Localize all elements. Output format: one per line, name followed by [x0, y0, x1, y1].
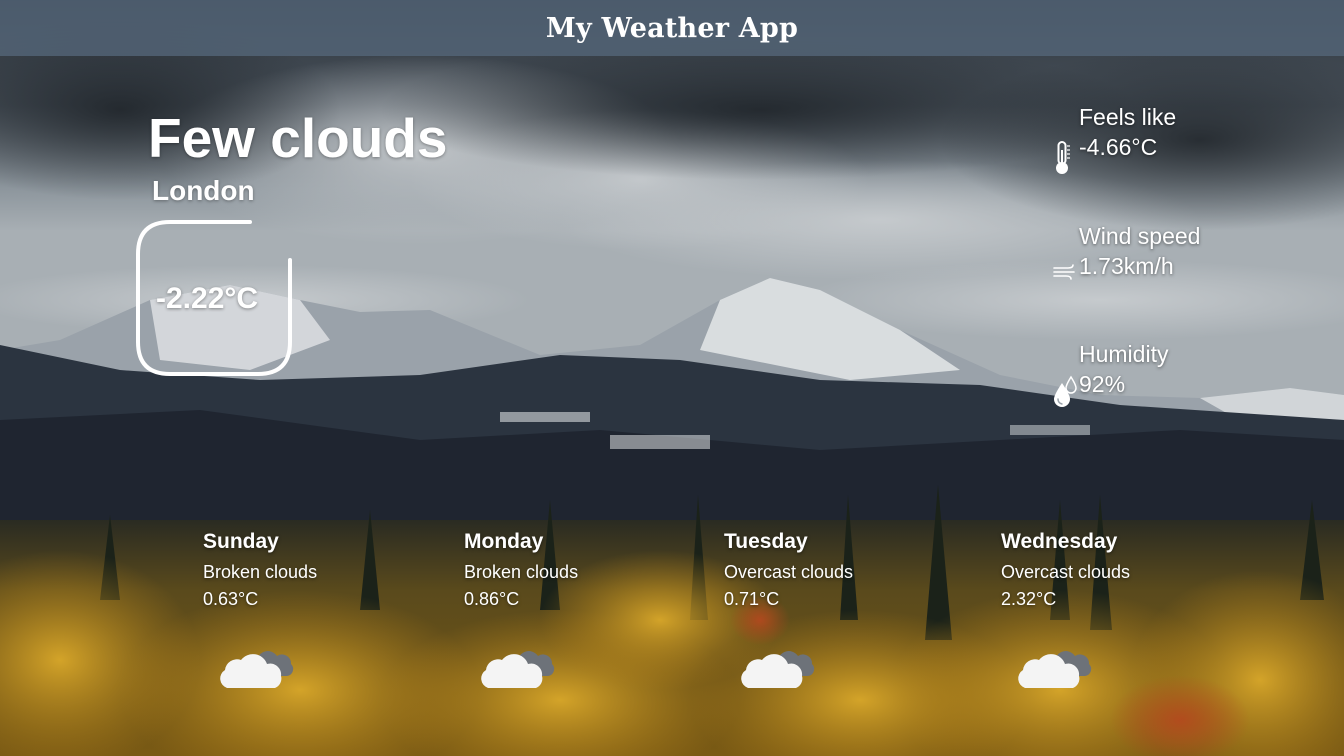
- stat-label: Feels like: [1079, 104, 1177, 130]
- wind-icon: [1052, 263, 1078, 286]
- stat-label: Wind speed: [1079, 223, 1201, 249]
- stat-feels-like: Feels like -4.66°C: [1052, 104, 1292, 174]
- forecast-temperature: 0.86°C: [464, 589, 520, 609]
- cloud-icon: [480, 642, 556, 697]
- stat-humidity: Humidity 92%: [1052, 341, 1292, 407]
- stat-value: 1.73km/h: [1079, 253, 1174, 279]
- stat-value: 92%: [1079, 371, 1126, 397]
- humidity-icon: [1052, 375, 1078, 412]
- forecast-day-name: Sunday: [203, 530, 279, 553]
- cloud-icon: [740, 642, 816, 697]
- forecast-day-name: Monday: [464, 530, 544, 553]
- forecast-description: Broken clouds: [464, 562, 579, 582]
- forecast-temperature: 2.32°C: [1001, 589, 1057, 609]
- forecast-temperature: 0.63°C: [203, 589, 259, 609]
- forecast-description: Overcast clouds: [1001, 562, 1131, 582]
- forecast-day-wednesday: Wednesday Overcast clouds 2.32°C: [1001, 530, 1201, 700]
- stat-label: Humidity: [1079, 341, 1169, 367]
- stat-value: -4.66°C: [1079, 134, 1158, 160]
- forecast-temperature: 0.71°C: [724, 589, 780, 609]
- forecast-description: Broken clouds: [203, 562, 318, 582]
- app-title: My Weather App: [545, 12, 799, 44]
- forecast-day-name: Wednesday: [1001, 530, 1118, 553]
- cloud-icon: [1017, 642, 1093, 697]
- forecast-day-name: Tuesday: [724, 530, 808, 553]
- forecast-day-monday: Monday Broken clouds 0.86°C: [464, 530, 664, 700]
- app-header: My Weather App: [0, 0, 1344, 56]
- cloud-icon: [219, 642, 295, 697]
- city-name: London: [152, 175, 255, 206]
- stat-wind-speed: Wind speed 1.73km/h: [1052, 223, 1292, 287]
- current-temperature: -2.22°C: [156, 282, 259, 315]
- current-condition: Few clouds: [148, 107, 448, 169]
- forecast-day-sunday: Sunday Broken clouds 0.63°C: [203, 530, 403, 700]
- forecast-day-tuesday: Tuesday Overcast clouds 0.71°C: [724, 530, 924, 700]
- forecast-description: Overcast clouds: [724, 562, 854, 582]
- thermometer-icon: [1052, 140, 1072, 181]
